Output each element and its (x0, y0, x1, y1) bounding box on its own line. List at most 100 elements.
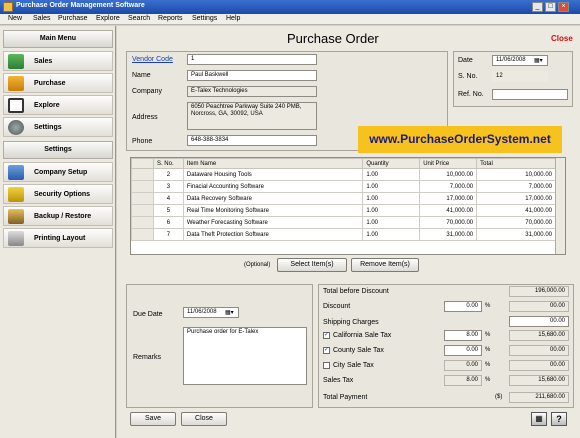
table-row[interactable]: 5 Real Time Monitoring Software 1.00 41,000… (131, 204, 556, 217)
title-bar: Purchase Order Management Software _ □ × (0, 0, 580, 14)
page-title: Purchase Order (287, 31, 379, 46)
close-button[interactable]: Close (181, 412, 227, 426)
table-row[interactable]: 3 Finacial Accounting Software 1.00 7,000.0… (131, 180, 556, 193)
remove-items-button[interactable]: Remove Item(s) (351, 258, 419, 272)
sidebar-item-explore[interactable]: Explore (3, 95, 113, 115)
name-field[interactable]: Paul Baskwell (187, 70, 317, 81)
table-row[interactable]: 2 Dataware Housing Tools 1.00 10,000.00 10,0… (131, 168, 556, 181)
table-row[interactable]: 6 Weather Forecasting Software 1.00 70,000.… (131, 216, 556, 229)
currency-label: ($) (495, 394, 503, 400)
total-payment-label: Total Payment (323, 394, 368, 401)
total-before-discount-label: Total before Discount (323, 288, 389, 295)
menu-sales[interactable]: Sales (33, 15, 51, 22)
address-label: Address (132, 114, 158, 121)
close-window-button[interactable]: × (558, 2, 569, 12)
sales-tax-amount: 15,680.00 (509, 375, 569, 386)
ref-no-field[interactable] (492, 89, 568, 100)
sidebar-item-purchase[interactable]: Purchase (3, 73, 113, 93)
percent-sign: % (485, 377, 491, 383)
sidebar-item-label: Company Setup (34, 169, 88, 176)
optional-label: (Optional) (244, 262, 271, 268)
name-label: Name (132, 72, 151, 79)
sales-chart-icon (8, 54, 24, 69)
row-header-col (131, 158, 154, 169)
sidebar: Main Menu Sales Purchase Explore Setting… (0, 26, 116, 438)
percent-sign: % (485, 362, 491, 368)
company-field[interactable]: E-Talex Technologies (187, 86, 317, 97)
shipping-charges-field[interactable]: 00.00 (509, 316, 569, 327)
percent-sign: % (485, 347, 491, 353)
website-banner: www.PurchaseOrderSystem.net (358, 126, 562, 153)
maximize-button[interactable]: □ (545, 2, 556, 12)
gears-icon (8, 120, 24, 135)
remarks-field[interactable]: Purchase order for E-Talex (183, 327, 307, 385)
explore-icon (8, 98, 24, 113)
sidebar-item-label: Backup / Restore (34, 213, 92, 220)
close-form-link[interactable]: Close (551, 34, 573, 43)
vendor-code-field[interactable]: 1 (187, 54, 317, 65)
printer-icon (8, 231, 24, 246)
total-before-discount-value: 196,000.00 (509, 286, 569, 297)
shipping-charges-label: Shipping Charges (323, 319, 379, 326)
col-quantity[interactable]: Quantity (362, 158, 421, 169)
col-sno[interactable]: S. No. (152, 158, 184, 169)
purchase-order-form: Purchase Order Close Vendor Code 1 Name … (117, 26, 580, 438)
calendar-dropdown-icon[interactable]: ▦▾ (534, 57, 544, 64)
discount-amount-value: 00.00 (509, 301, 569, 312)
date-panel: Date 11/06/2008 ▦▾ S. No. 12 Ref. No. (453, 51, 573, 107)
col-total[interactable]: Total (476, 158, 556, 169)
menu-new[interactable]: New (8, 15, 22, 22)
menu-explore[interactable]: Explore (96, 15, 120, 22)
city-tax-amount: 00.00 (509, 360, 569, 371)
table-row[interactable]: 4 Data Recovery Software 1.00 17,000.00 17,0… (131, 192, 556, 205)
sidebar-item-label: Sales (34, 58, 53, 65)
vendor-code-link[interactable]: Vendor Code (132, 56, 173, 63)
sales-tax-label: Sales Tax (323, 377, 354, 384)
menu-search[interactable]: Search (128, 15, 150, 22)
col-unit-price[interactable]: Unit Price (419, 158, 478, 169)
city-tax-percent-field: 0.00 (444, 360, 482, 371)
sidebar-item-label: Settings (34, 124, 62, 131)
due-date-label: Due Date (133, 311, 163, 318)
county-tax-percent-field[interactable]: 0.00 (444, 345, 482, 356)
discount-label: Discount (323, 303, 351, 310)
col-item-name[interactable]: Item Name (182, 158, 364, 169)
sidebar-item-backup-restore[interactable]: Backup / Restore (3, 206, 113, 226)
sidebar-item-company-setup[interactable]: Company Setup (3, 162, 113, 182)
california-tax-label: California Sale Tax (333, 332, 392, 339)
calendar-dropdown-icon[interactable]: ▦▾ (225, 309, 234, 316)
items-table: S. No. Item Name Quantity Unit Price Tot… (130, 157, 566, 255)
settings-header: Settings (3, 141, 113, 159)
table-scrollbar[interactable] (555, 158, 565, 254)
sidebar-item-sales[interactable]: Sales (3, 51, 113, 71)
minimize-button[interactable]: _ (532, 2, 543, 12)
county-tax-checkbox[interactable]: ✓ (323, 347, 330, 354)
table-row[interactable]: 7 Data Theft Protection Software 1.00 31,00… (131, 228, 556, 241)
sales-tax-percent: 8.00 (444, 375, 482, 386)
help-icon[interactable]: ? (551, 412, 567, 426)
discount-percent-field[interactable]: 0.00 (444, 301, 482, 312)
ref-no-label: Ref. No. (458, 91, 484, 98)
city-tax-label: City Sale Tax (333, 362, 374, 369)
menu-help[interactable]: Help (226, 15, 240, 22)
percent-sign: % (485, 303, 491, 309)
menu-settings[interactable]: Settings (192, 15, 217, 22)
california-tax-checkbox[interactable]: ✓ (323, 332, 330, 339)
percent-sign: % (485, 332, 491, 338)
menu-reports[interactable]: Reports (158, 15, 183, 22)
totals-panel: Total before Discount 196,000.00 Discoun… (318, 284, 574, 408)
phone-field[interactable]: 648-388-3834 (187, 135, 317, 146)
sidebar-item-printing-layout[interactable]: Printing Layout (3, 228, 113, 248)
calculator-icon[interactable]: ▦ (531, 412, 547, 426)
menu-purchase[interactable]: Purchase (58, 15, 88, 22)
total-payment-value: 211,680.00 (509, 392, 569, 403)
main-menu-header: Main Menu (3, 30, 113, 48)
save-button[interactable]: Save (130, 412, 176, 426)
city-tax-checkbox[interactable] (323, 362, 330, 369)
select-items-button[interactable]: Select Item(s) (277, 258, 347, 272)
remarks-label: Remarks (133, 354, 162, 361)
california-tax-percent-field[interactable]: 8.00 (444, 330, 482, 341)
sidebar-item-security-options[interactable]: Security Options (3, 184, 113, 204)
sidebar-item-settings[interactable]: Settings (3, 117, 113, 137)
address-field[interactable]: 6050 Peachtree Parkway Suite 240 PMB, No… (187, 102, 317, 130)
